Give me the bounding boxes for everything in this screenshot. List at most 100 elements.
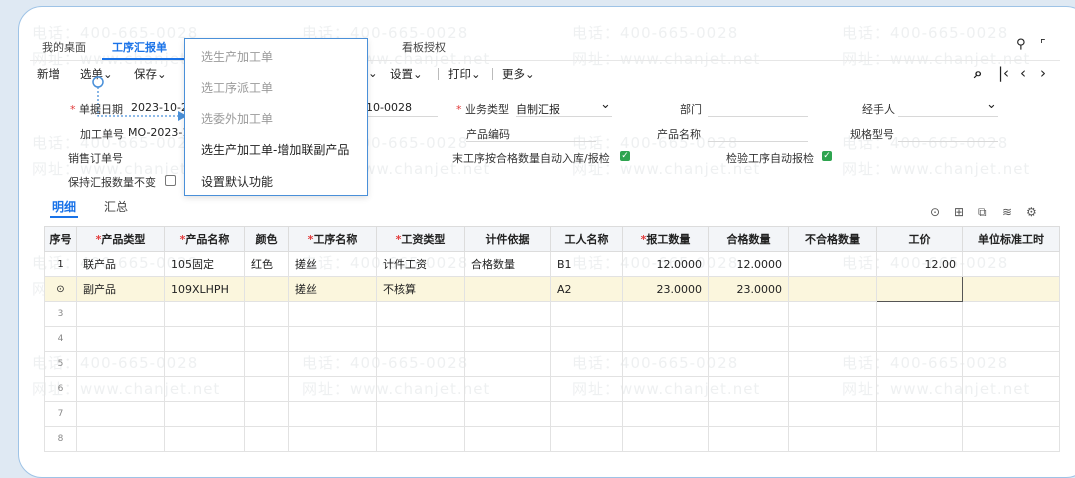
- table-cell-price[interactable]: [876, 351, 963, 377]
- table-cell-idx[interactable]: 3: [44, 301, 77, 327]
- table-cell-ok[interactable]: [708, 326, 789, 352]
- table-cell-price[interactable]: [876, 326, 963, 352]
- copy-icon[interactable]: ⧉: [978, 205, 987, 220]
- spec-field[interactable]: [898, 141, 998, 142]
- search-icon[interactable]: ⚲: [1016, 37, 1026, 52]
- table-cell-report[interactable]: 23.0000: [622, 276, 709, 302]
- table-cell-report[interactable]: [622, 326, 709, 352]
- table-cell-ng[interactable]: [788, 326, 877, 352]
- product-name-field[interactable]: [708, 141, 808, 142]
- table-cell-worker[interactable]: [550, 401, 623, 427]
- table-cell-name[interactable]: [164, 326, 245, 352]
- biz-type-select[interactable]: 自制汇报: [516, 101, 560, 117]
- column-header[interactable]: 序号: [44, 226, 77, 252]
- table-cell-process[interactable]: 搓丝: [288, 276, 377, 302]
- table-cell-type[interactable]: [76, 351, 165, 377]
- table-row[interactable]: 1 联产品 105固定 红色 搓丝 计件工资 合格数量 B1 12.0000 12.0000 12.…: [44, 251, 1060, 277]
- table-cell-idx[interactable]: 5: [44, 351, 77, 377]
- locate-icon[interactable]: ⌕: [974, 64, 982, 82]
- settings-button[interactable]: 设置⌄: [390, 66, 423, 82]
- table-cell-wage[interactable]: [376, 301, 465, 327]
- menu-item-set-default[interactable]: 设置默认功能: [201, 173, 273, 190]
- table-cell-ok[interactable]: [708, 351, 789, 377]
- table-cell-worker[interactable]: B1: [550, 251, 623, 277]
- column-header[interactable]: *产品名称: [164, 226, 245, 252]
- table-cell-idx[interactable]: 6: [44, 376, 77, 402]
- table-cell-ok[interactable]: [708, 376, 789, 402]
- table-row[interactable]: 8: [44, 426, 1060, 452]
- table-cell-process[interactable]: 搓丝: [288, 251, 377, 277]
- table-cell-worker[interactable]: [550, 426, 623, 452]
- expand-icon[interactable]: ⌜: [1040, 37, 1046, 51]
- keep-qty-checkbox[interactable]: [165, 175, 176, 186]
- table-cell-basis[interactable]: [464, 376, 551, 402]
- table-cell-basis[interactable]: [464, 326, 551, 352]
- table-cell-ok[interactable]: [708, 401, 789, 427]
- table-cell-color[interactable]: [244, 426, 289, 452]
- table-cell-report[interactable]: [622, 376, 709, 402]
- table-cell-std[interactable]: [962, 251, 1060, 277]
- table-cell-name[interactable]: [164, 426, 245, 452]
- table-cell-ok[interactable]: [708, 426, 789, 452]
- tab-detail[interactable]: 明细: [52, 198, 76, 215]
- table-row[interactable]: ⊙ 副产品 109XLHPH 搓丝 不核算 A2 23.0000 23.0000: [44, 276, 1060, 302]
- table-cell-price[interactable]: [876, 276, 963, 302]
- dept-field[interactable]: [708, 116, 808, 117]
- table-cell-worker[interactable]: [550, 301, 623, 327]
- table-cell-ng[interactable]: [788, 401, 877, 427]
- prev-page-icon[interactable]: ‹: [1020, 64, 1026, 82]
- inspect-checkbox[interactable]: ✓: [822, 151, 832, 161]
- table-cell-std[interactable]: [962, 376, 1060, 402]
- column-header[interactable]: *工资类型: [376, 226, 465, 252]
- table-cell-color[interactable]: [244, 376, 289, 402]
- table-cell-worker[interactable]: A2: [550, 276, 623, 302]
- filter-icon[interactable]: ≋: [1002, 205, 1012, 219]
- table-cell-idx[interactable]: 7: [44, 401, 77, 427]
- column-settings-icon[interactable]: ⊞: [954, 205, 964, 219]
- product-code-field[interactable]: [466, 141, 596, 142]
- table-cell-type[interactable]: [76, 376, 165, 402]
- table-cell-ng[interactable]: [788, 351, 877, 377]
- first-page-icon[interactable]: |‹: [998, 64, 1009, 82]
- next-page-icon[interactable]: ›: [1040, 64, 1046, 82]
- table-row[interactable]: 4: [44, 326, 1060, 352]
- date-field[interactable]: 2023-10-2: [131, 101, 188, 114]
- table-cell-process[interactable]: [288, 301, 377, 327]
- table-cell-price[interactable]: [876, 376, 963, 402]
- menu-item-select-production-order[interactable]: 选生产加工单: [201, 48, 273, 65]
- table-cell-basis[interactable]: [464, 401, 551, 427]
- table-cell-basis[interactable]: [464, 276, 551, 302]
- table-cell-worker[interactable]: [550, 351, 623, 377]
- chevron-down-icon[interactable]: ⌄: [600, 97, 611, 112]
- table-cell-worker[interactable]: [550, 326, 623, 352]
- table-cell-wage[interactable]: [376, 351, 465, 377]
- tab-process-report[interactable]: 工序汇报单: [112, 39, 167, 55]
- table-row[interactable]: 7: [44, 401, 1060, 427]
- table-cell-process[interactable]: [288, 426, 377, 452]
- tab-board-auth[interactable]: 看板授权: [402, 39, 446, 55]
- tab-my-desktop[interactable]: 我的桌面: [42, 39, 86, 55]
- menu-item-select-outsource-order[interactable]: 选委外加工单: [201, 110, 273, 127]
- table-cell-ok[interactable]: 23.0000: [708, 276, 789, 302]
- column-header[interactable]: *工序名称: [288, 226, 377, 252]
- code-field[interactable]: 10-0028: [366, 101, 412, 114]
- table-cell-ng[interactable]: [788, 251, 877, 277]
- new-button[interactable]: 新增: [37, 66, 60, 82]
- chevron-down-icon[interactable]: ⌄: [986, 97, 997, 112]
- table-cell-name[interactable]: [164, 401, 245, 427]
- table-cell-process[interactable]: [288, 351, 377, 377]
- table-cell-std[interactable]: [962, 326, 1060, 352]
- table-cell-name[interactable]: [164, 301, 245, 327]
- column-header[interactable]: *产品类型: [76, 226, 165, 252]
- table-row[interactable]: 6: [44, 376, 1060, 402]
- last-process-checkbox[interactable]: ✓: [620, 151, 630, 161]
- column-header[interactable]: 不合格数量: [788, 226, 877, 252]
- table-cell-basis[interactable]: 合格数量: [464, 251, 551, 277]
- table-row[interactable]: 3: [44, 301, 1060, 327]
- table-cell-report[interactable]: [622, 426, 709, 452]
- chevron-down-icon[interactable]: ⌄: [368, 66, 378, 80]
- menu-item-production-order-with-byproduct[interactable]: 选生产加工单-增加联副产品: [201, 141, 349, 158]
- table-cell-std[interactable]: [962, 276, 1060, 302]
- table-cell-wage[interactable]: 不核算: [376, 276, 465, 302]
- table-cell-color[interactable]: [244, 326, 289, 352]
